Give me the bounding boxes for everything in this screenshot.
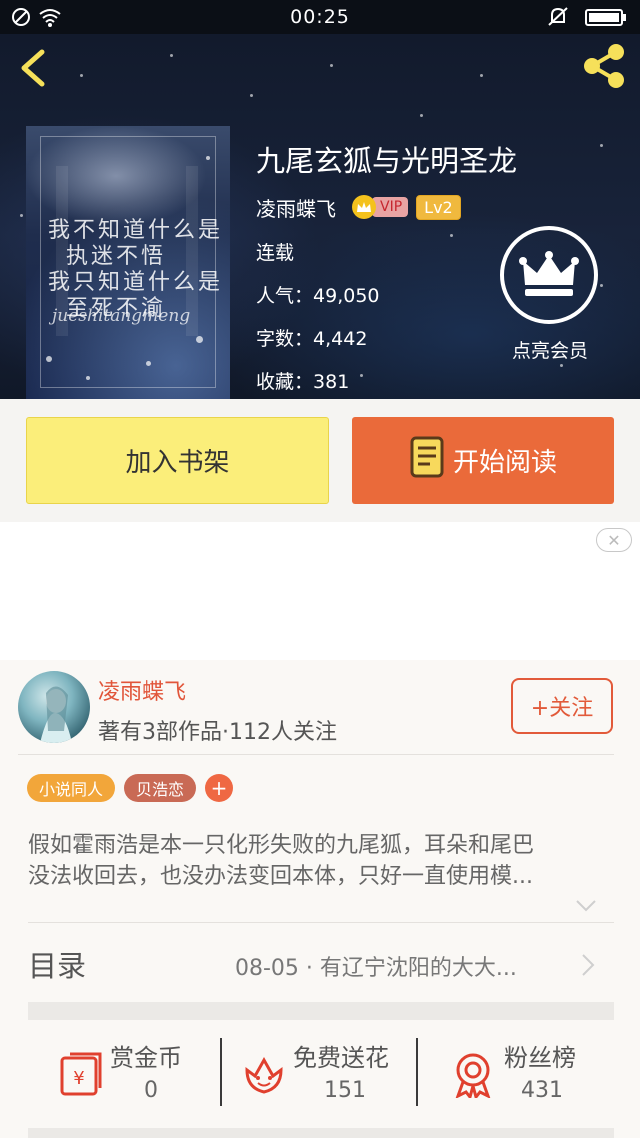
free-flower-value: 151: [324, 1078, 366, 1103]
ad-area: ✕: [0, 522, 640, 660]
separator: [220, 1038, 222, 1106]
expand-synopsis-button[interactable]: [575, 898, 597, 917]
svg-text:¥: ¥: [73, 1068, 84, 1089]
medal-icon: [452, 1052, 494, 1102]
status-time: 00:25: [290, 6, 350, 28]
free-flower-button[interactable]: 免费送花 151: [243, 1038, 413, 1108]
crown-membership-icon: [500, 226, 598, 324]
close-icon: ✕: [607, 530, 621, 550]
author-avatar[interactable]: [18, 671, 90, 743]
book-author[interactable]: 凌雨蝶飞: [256, 193, 336, 222]
status-icons-right: [546, 6, 630, 32]
flower-icon: [243, 1052, 285, 1100]
reward-coin-value: 0: [144, 1078, 158, 1103]
follow-button[interactable]: +关注: [511, 678, 613, 734]
crown-icon: [352, 195, 376, 219]
divider: [28, 922, 614, 923]
author-stats: 著有3部作品·112人关注: [98, 720, 337, 745]
tag-pairing[interactable]: 贝浩恋: [124, 774, 196, 802]
book-cover[interactable]: 我不知道什么是 执迷不悟 我只知道什么是 至死不渝 jueshitangmeng: [26, 126, 230, 399]
fan-ranking-value: 431: [521, 1078, 563, 1103]
battery-icon: [585, 9, 626, 26]
fan-ranking-button[interactable]: 粉丝榜 431: [452, 1038, 602, 1108]
toc-arrow[interactable]: [580, 953, 596, 981]
start-reading-button[interactable]: 开始阅读: [352, 417, 614, 504]
favorites-value: 381: [313, 371, 350, 393]
free-flower-label: 免费送花: [293, 1044, 389, 1072]
level-badge: Lv2: [416, 194, 461, 220]
book-info-panel: 凌雨蝶飞 著有3部作品·112人关注 +关注 小说同人 贝浩恋 + 假如霍雨浩是…: [0, 660, 640, 1138]
serial-status: 连载: [256, 242, 295, 264]
ad-close-button[interactable]: ✕: [596, 528, 632, 552]
chevron-right-icon: [582, 954, 595, 976]
divider: [18, 754, 614, 755]
add-tag-button[interactable]: +: [205, 774, 233, 802]
author-row: 凌雨蝶飞 VIP Lv2: [256, 192, 461, 222]
vip-badge: VIP: [352, 194, 409, 220]
favorites-row: 收藏：381: [256, 371, 350, 393]
membership-label: 点亮会员: [511, 340, 588, 362]
word-count-value: 4,442: [313, 328, 368, 350]
reward-coin-button[interactable]: ¥ 赏金币 0: [56, 1038, 206, 1108]
latest-chapter[interactable]: 08-05 · 有辽宁沈阳的大大...: [235, 950, 517, 982]
separator: [416, 1038, 418, 1106]
add-to-shelf-button[interactable]: 加入书架: [26, 417, 329, 504]
word-count-row: 字数：4,442: [256, 328, 368, 350]
popularity-value: 49,050: [313, 285, 380, 307]
status-bar: 00:25: [0, 0, 640, 34]
start-reading-label: 开始阅读: [452, 448, 557, 478]
author-name[interactable]: 凌雨蝶飞: [98, 674, 186, 706]
chevron-down-icon: [576, 900, 596, 912]
popularity-row: 人气：49,050: [256, 285, 380, 307]
action-bar: 加入书架 开始阅读: [0, 399, 640, 522]
red-envelope-icon: ¥: [56, 1052, 104, 1102]
book-title: 九尾玄狐与光明圣龙: [256, 144, 518, 178]
reward-coin-label: 赏金币: [110, 1044, 182, 1072]
share-icon: [584, 44, 624, 88]
tag-fanfiction[interactable]: 小说同人: [27, 774, 115, 802]
section-band: [28, 1128, 614, 1138]
back-arrow-icon: [21, 49, 45, 87]
section-band: [28, 1002, 614, 1020]
fan-ranking-label: 粉丝榜: [504, 1044, 576, 1072]
book-header: 我不知道什么是 执迷不悟 我只知道什么是 至死不渝 jueshitangmeng…: [0, 34, 640, 399]
back-button[interactable]: [14, 46, 58, 90]
toc-label[interactable]: 目录: [28, 943, 86, 985]
book-icon: [409, 435, 445, 486]
light-up-membership-button[interactable]: 点亮会员: [500, 226, 600, 363]
mute-bell-icon: [548, 7, 568, 26]
share-button[interactable]: [578, 40, 630, 92]
synopsis[interactable]: 假如霍雨浩是本一只化形失败的九尾狐，耳朵和尾巴 没法收回去，也没办法变回本体，只…: [28, 830, 608, 892]
